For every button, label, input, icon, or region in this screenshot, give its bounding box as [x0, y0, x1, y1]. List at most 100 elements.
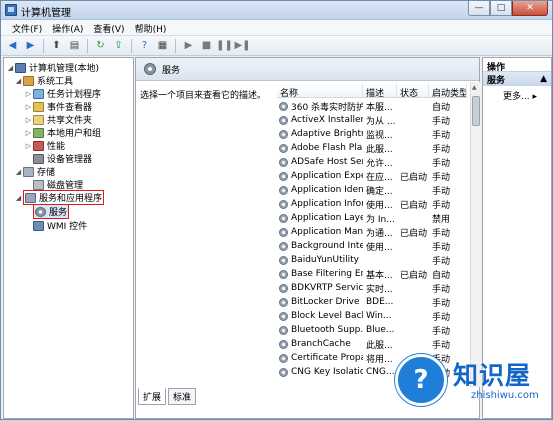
- service-name: Application Iden...: [277, 185, 363, 195]
- restart-service-icon[interactable]: ▶❚: [234, 38, 250, 53]
- collapse-arrow-icon[interactable]: ◢: [14, 77, 23, 85]
- service-name-text: Block Level Back...: [291, 311, 363, 321]
- service-gear-icon: [279, 325, 288, 335]
- service-description: 本服...: [366, 102, 393, 113]
- collapse-arrow-icon[interactable]: ▲: [540, 74, 547, 84]
- menu-file[interactable]: 文件(F): [7, 20, 47, 35]
- expand-arrow-icon[interactable]: ▷: [24, 116, 33, 124]
- show-hide-tree-icon[interactable]: ▤: [67, 38, 82, 53]
- tree-item-services[interactable]: 服务: [24, 204, 70, 219]
- stop-service-icon[interactable]: ■: [199, 38, 214, 53]
- disk-icon: [33, 179, 44, 190]
- menu-bar: 文件(F) 操作(A) 查看(V) 帮助(H): [1, 20, 552, 36]
- service-gear-icon: [279, 227, 288, 237]
- pause-service-icon[interactable]: ❚❚: [216, 38, 233, 53]
- tree-item-device-manager[interactable]: 设备管理器: [24, 152, 92, 165]
- service-startup-type: 手动: [432, 298, 451, 309]
- services-gear-icon: [35, 206, 46, 217]
- vertical-scrollbar[interactable]: ▲: [470, 82, 480, 387]
- table-row[interactable]: Application Man...为通... 已启动手动: [277, 225, 467, 239]
- service-name: CNG Key Isolation: [277, 367, 363, 377]
- expand-arrow-icon[interactable]: ▷: [24, 129, 33, 137]
- collapse-arrow-icon[interactable]: ◢: [14, 168, 23, 176]
- column-header-status[interactable]: 状态: [397, 84, 429, 97]
- table-row[interactable]: Adaptive Brightn...监视... 手动: [277, 127, 467, 141]
- service-startup-type: 手动: [432, 256, 451, 267]
- service-name: Application Infor...: [277, 199, 363, 209]
- tree-item-storage[interactable]: ◢ 存储: [14, 165, 55, 178]
- tree-item-performance[interactable]: ▷ 性能: [24, 139, 65, 152]
- export-list-icon[interactable]: ⇪: [111, 38, 126, 53]
- tab-standard[interactable]: 标准: [168, 388, 197, 405]
- table-row[interactable]: Base Filtering En...基本... 已启动自动: [277, 267, 467, 281]
- table-row[interactable]: Application Infor...使用... 已启动手动: [277, 197, 467, 211]
- table-row[interactable]: Block Level Back...Win... 手动: [277, 309, 467, 323]
- help-icon[interactable]: ?: [137, 38, 152, 53]
- tab-extended[interactable]: 扩展: [138, 388, 167, 405]
- tree-item-label: 任务计划程序: [47, 90, 102, 100]
- service-name: Adaptive Brightn...: [277, 129, 363, 139]
- service-name: Base Filtering En...: [277, 269, 363, 279]
- properties-icon[interactable]: ▦: [155, 38, 170, 53]
- scrollbar-thumb[interactable]: [472, 96, 480, 126]
- table-row[interactable]: 360 杀毒实时防护...本服... 自动: [277, 99, 467, 113]
- service-status: 已启动: [400, 228, 428, 239]
- service-name: 360 杀毒实时防护...: [277, 100, 363, 113]
- table-row[interactable]: ActiveX Installer ...为从 ... 手动: [277, 113, 467, 127]
- tree-item-services-and-applications[interactable]: ◢ 服务和应用程序: [14, 190, 105, 205]
- forward-arrow-icon[interactable]: ▶: [23, 38, 38, 53]
- more-actions-link[interactable]: 更多... ▸: [483, 86, 551, 102]
- actions-section-services[interactable]: 服务 ▲: [483, 72, 551, 86]
- services-apps-icon: [25, 192, 36, 203]
- menu-view[interactable]: 查看(V): [88, 20, 129, 35]
- close-button[interactable]: ✕: [512, 1, 548, 16]
- table-row[interactable]: Adobe Flash Pla... 此服... 手动: [277, 141, 467, 155]
- table-row[interactable]: BDKVRTP Service 实时... 手动: [277, 281, 467, 295]
- maximize-button[interactable]: □: [490, 1, 512, 16]
- menu-help[interactable]: 帮助(H): [130, 20, 172, 35]
- wmi-icon: [33, 220, 44, 231]
- service-description: 基本...: [366, 270, 393, 281]
- collapse-arrow-icon[interactable]: ◢: [6, 64, 15, 72]
- table-row[interactable]: BaiduYunUtility 手动: [277, 253, 467, 267]
- refresh-icon[interactable]: ↻: [93, 38, 108, 53]
- tree-item-shared-folders[interactable]: ▷ 共享文件夹: [24, 113, 92, 126]
- back-arrow-icon[interactable]: ◀: [5, 38, 20, 53]
- service-startup-type: 手动: [432, 116, 451, 127]
- tree-item-label: 存储: [37, 168, 56, 178]
- table-row[interactable]: BitLocker Drive ... BDE... 手动: [277, 295, 467, 309]
- service-startup-type: 禁用: [432, 214, 451, 225]
- computer-management-icon: [5, 4, 17, 16]
- tree-item-local-users[interactable]: ▷ 本地用户和组: [24, 126, 101, 139]
- table-row[interactable]: Application Laye...为 In... 禁用: [277, 211, 467, 225]
- service-description: 为从 ...: [366, 116, 396, 127]
- table-row[interactable]: Background Inte...使用... 手动: [277, 239, 467, 253]
- table-row[interactable]: Bluetooth Supp... Blue... 手动: [277, 323, 467, 337]
- service-name-text: Base Filtering En...: [291, 269, 363, 279]
- tree-item-wmi-control[interactable]: WMI 控件: [24, 219, 87, 232]
- service-name-text: BitLocker Drive ...: [291, 297, 363, 307]
- column-header-startup-type[interactable]: 启动类型: [429, 84, 467, 97]
- column-header-description[interactable]: 描述: [363, 84, 397, 97]
- menu-action[interactable]: 操作(A): [47, 20, 88, 35]
- collapse-arrow-icon[interactable]: ◢: [14, 194, 23, 202]
- start-service-icon[interactable]: ▶: [181, 38, 196, 53]
- scroll-up-arrow-icon[interactable]: ▲: [472, 84, 477, 91]
- service-gear-icon: [279, 353, 288, 363]
- tree-item-event-viewer[interactable]: ▷ 事件查看器: [24, 100, 92, 113]
- service-startup-type: 自动: [432, 270, 451, 281]
- table-row[interactable]: ADSafe Host Ser...允许... 手动: [277, 155, 467, 169]
- tree-item-task-scheduler[interactable]: ▷ 任务计划程序: [24, 87, 101, 100]
- expand-arrow-icon[interactable]: ▷: [24, 90, 33, 98]
- expand-arrow-icon[interactable]: ▷: [24, 103, 33, 111]
- services-list-header: 名称 描述 状态 启动类型: [277, 84, 467, 98]
- table-row[interactable]: Application Expe...在应... 已启动手动: [277, 169, 467, 183]
- up-folder-icon[interactable]: ⬆: [49, 38, 64, 53]
- tree-item-computer-management[interactable]: ◢ 计算机管理(本地): [6, 61, 99, 74]
- minimize-button[interactable]: —: [468, 1, 490, 16]
- expand-arrow-icon[interactable]: ▷: [24, 142, 33, 150]
- column-header-name[interactable]: 名称: [277, 84, 363, 97]
- tree-item-system-tools[interactable]: ◢ 系统工具: [14, 74, 73, 87]
- table-row[interactable]: Application Iden...确定... 手动: [277, 183, 467, 197]
- highlight-box: 服务: [33, 204, 70, 219]
